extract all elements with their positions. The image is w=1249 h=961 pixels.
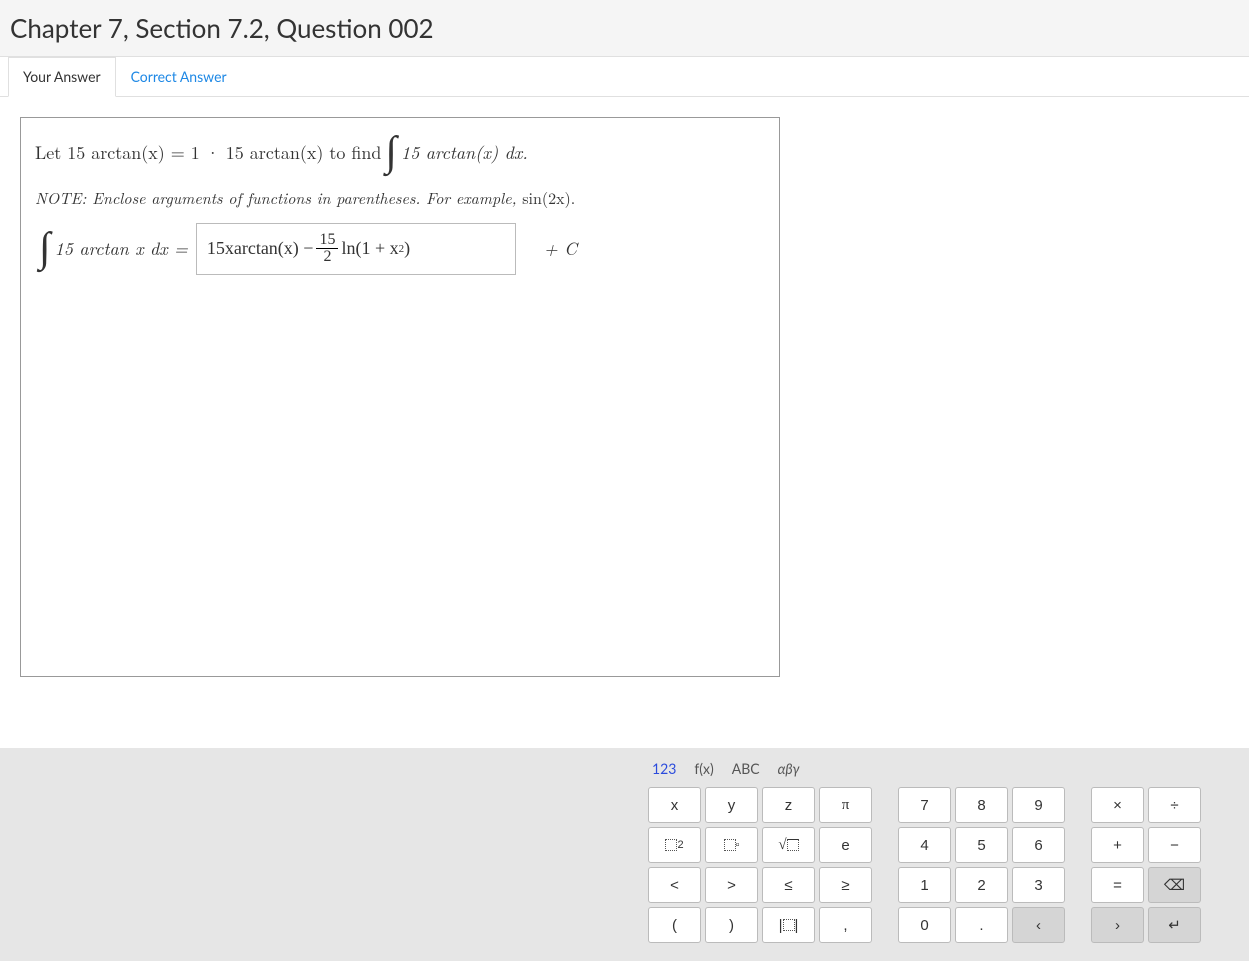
key-abs[interactable]: || [762, 907, 815, 943]
plus-c: + C [544, 236, 577, 261]
keypad-tab-abc[interactable]: ABC [732, 760, 760, 777]
key-minus[interactable]: − [1148, 827, 1201, 863]
question-header: Chapter 7, Section 7.2, Question 002 [0, 0, 1249, 57]
keypad-tab-123[interactable]: 123 [652, 760, 676, 777]
key-9[interactable]: 9 [1012, 787, 1065, 823]
frac-den: 2 [320, 249, 334, 265]
keypad-tab-greek[interactable]: αβγ [778, 760, 800, 777]
question-prompt: Let 15 arctan(x) = 1 · 15 arctan(x) to f… [35, 136, 765, 170]
content-area: Let 15 arctan(x) = 1 · 15 arctan(x) to f… [0, 97, 1249, 697]
key-divide[interactable]: ÷ [1148, 787, 1201, 823]
answer-tabs: Your Answer Correct Answer [0, 57, 1249, 97]
key-0[interactable]: 0 [898, 907, 951, 943]
key-x[interactable]: x [648, 787, 701, 823]
key-ge[interactable]: ≥ [819, 867, 872, 903]
answer-part1: 15xarctan(x) − [207, 238, 314, 259]
key-le[interactable]: ≤ [762, 867, 815, 903]
prompt-text-pre: Let 15 arctan(x) = 1 · 15 arctan(x) to f… [35, 140, 381, 165]
integral-icon: ∫ [385, 136, 397, 170]
key-pi[interactable]: π [819, 787, 872, 823]
key-z[interactable]: z [762, 787, 815, 823]
key-e[interactable]: e [819, 827, 872, 863]
key-square[interactable]: 2 [648, 827, 701, 863]
keypad-block-ops: × ÷ + − = ⌫ › ↵ [1091, 787, 1201, 943]
key-times[interactable]: × [1091, 787, 1144, 823]
key-1[interactable]: 1 [898, 867, 951, 903]
integral-icon: ∫ [39, 232, 51, 266]
tab-correct-answer[interactable]: Correct Answer [116, 57, 242, 96]
key-backspace[interactable]: ⌫ [1148, 867, 1201, 903]
key-6[interactable]: 6 [1012, 827, 1065, 863]
key-lparen[interactable]: ( [648, 907, 701, 943]
frac-num: 15 [316, 232, 338, 249]
key-2[interactable]: 2 [955, 867, 1008, 903]
answer-row: ∫ 15 arctan x dx = 15xarctan(x) − 15 2 l… [35, 223, 765, 275]
keypad-tab-fx[interactable]: f(x) [694, 760, 713, 777]
key-y[interactable]: y [705, 787, 758, 823]
keypad-block-digits: 7 8 9 4 5 6 1 2 3 0 . ‹ [898, 787, 1065, 943]
note-example: sin(2x). [522, 186, 575, 209]
key-enter[interactable]: ↵ [1148, 907, 1201, 943]
answer-fraction: 15 2 [316, 232, 338, 265]
key-lt[interactable]: < [648, 867, 701, 903]
key-sqrt[interactable]: √ [762, 827, 815, 863]
note-text: NOTE: Enclose arguments of functions in … [35, 186, 522, 209]
key-equals[interactable]: = [1091, 867, 1144, 903]
key-4[interactable]: 4 [898, 827, 951, 863]
answer-part3: ) [404, 238, 410, 259]
key-comma[interactable]: , [819, 907, 872, 943]
key-plus[interactable]: + [1091, 827, 1144, 863]
key-gt[interactable]: > [705, 867, 758, 903]
key-5[interactable]: 5 [955, 827, 1008, 863]
key-dot[interactable]: . [955, 907, 1008, 943]
answer-lhs: 15 arctan x dx = [55, 236, 188, 261]
answer-part2: ln(1 + x [341, 238, 398, 259]
question-note: NOTE: Enclose arguments of functions in … [35, 186, 765, 209]
question-box: Let 15 arctan(x) = 1 · 15 arctan(x) to f… [20, 117, 780, 677]
answer-input[interactable]: 15xarctan(x) − 15 2 ln(1 + x 2) [196, 223, 516, 275]
keypad-tabs: 123 f(x) ABC αβγ [648, 754, 1241, 787]
key-rparen[interactable]: ) [705, 907, 758, 943]
math-keypad: 123 f(x) ABC αβγ x y z π 2 ▫ √ e [0, 748, 1249, 961]
key-7[interactable]: 7 [898, 787, 951, 823]
prompt-integrand: 15 arctan(x) dx. [401, 140, 528, 165]
keypad-block-vars: x y z π 2 ▫ √ e < > ≤ ≥ ( [648, 787, 872, 943]
tab-your-answer[interactable]: Your Answer [8, 57, 116, 97]
key-power[interactable]: ▫ [705, 827, 758, 863]
page-title: Chapter 7, Section 7.2, Question 002 [10, 12, 1239, 44]
key-3[interactable]: 3 [1012, 867, 1065, 903]
key-cursor-right[interactable]: › [1091, 907, 1144, 943]
key-cursor-left[interactable]: ‹ [1012, 907, 1065, 943]
key-8[interactable]: 8 [955, 787, 1008, 823]
